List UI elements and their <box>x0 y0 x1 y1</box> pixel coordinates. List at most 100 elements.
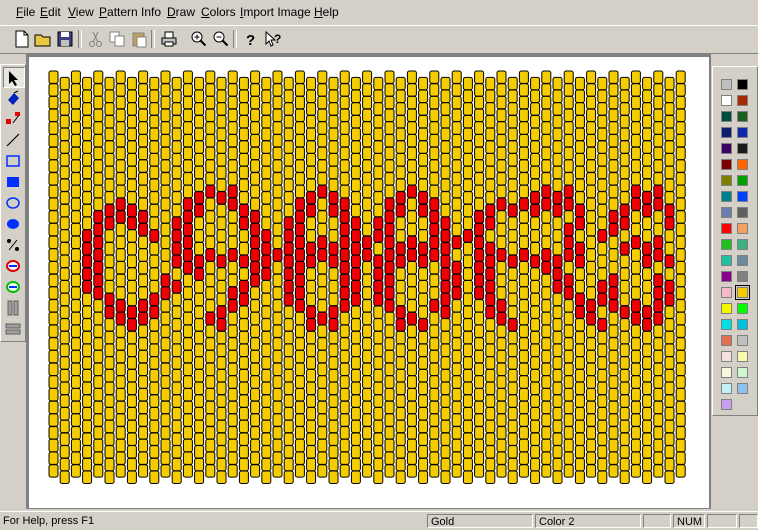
bead[interactable] <box>182 400 193 415</box>
bead[interactable] <box>194 280 205 294</box>
bead[interactable] <box>485 432 496 446</box>
bead[interactable] <box>93 108 104 122</box>
bead[interactable] <box>429 159 440 173</box>
bead[interactable] <box>563 464 574 478</box>
bead[interactable] <box>630 324 641 338</box>
bead[interactable] <box>70 413 81 427</box>
bead[interactable] <box>474 311 485 326</box>
bead[interactable] <box>306 407 317 421</box>
bead[interactable] <box>238 140 249 154</box>
bead[interactable] <box>104 445 115 459</box>
bead[interactable] <box>619 432 630 446</box>
bead[interactable] <box>451 222 462 237</box>
bead-red[interactable] <box>283 229 294 243</box>
bead[interactable] <box>306 153 317 167</box>
bead[interactable] <box>586 362 597 377</box>
bead[interactable] <box>350 356 361 370</box>
palette-swatch[interactable] <box>721 367 732 378</box>
bead[interactable] <box>675 413 686 427</box>
bead[interactable] <box>507 165 518 180</box>
bead-red[interactable] <box>574 203 585 218</box>
bead[interactable] <box>619 102 630 116</box>
bead[interactable] <box>261 318 272 332</box>
bead[interactable] <box>70 121 81 135</box>
bead-red[interactable] <box>227 184 238 199</box>
bead[interactable] <box>59 470 70 484</box>
bead[interactable] <box>418 381 429 396</box>
bead[interactable] <box>630 210 641 224</box>
bead[interactable] <box>104 356 115 370</box>
bead[interactable] <box>608 146 619 161</box>
bead[interactable] <box>160 121 171 135</box>
bead[interactable] <box>328 470 339 484</box>
bead[interactable] <box>261 381 272 396</box>
bead[interactable] <box>138 261 149 275</box>
bead[interactable] <box>653 83 664 97</box>
bead[interactable] <box>126 457 137 472</box>
bead[interactable] <box>317 413 328 427</box>
bead[interactable] <box>70 222 81 237</box>
bead[interactable] <box>675 375 686 389</box>
bead[interactable] <box>597 356 608 370</box>
bead[interactable] <box>630 108 641 122</box>
bead[interactable] <box>70 337 81 351</box>
bead[interactable] <box>283 356 294 370</box>
bead[interactable] <box>138 362 149 377</box>
bead[interactable] <box>474 375 485 389</box>
bead[interactable] <box>597 394 608 408</box>
bead[interactable] <box>205 413 216 427</box>
print-button[interactable] <box>159 29 179 49</box>
bead[interactable] <box>541 210 552 224</box>
bead[interactable] <box>653 172 664 186</box>
bead[interactable] <box>59 203 70 218</box>
bead[interactable] <box>182 146 193 161</box>
bead[interactable] <box>530 153 541 167</box>
bead[interactable] <box>485 419 496 434</box>
bead-red[interactable] <box>597 229 608 243</box>
bead[interactable] <box>250 70 261 84</box>
bead[interactable] <box>406 273 417 288</box>
bead[interactable] <box>530 394 541 408</box>
bead[interactable] <box>373 89 384 103</box>
bead[interactable] <box>406 388 417 402</box>
bead-red[interactable] <box>440 292 451 307</box>
bead[interactable] <box>317 426 328 440</box>
bead[interactable] <box>362 70 373 84</box>
bead[interactable] <box>507 394 518 408</box>
bead[interactable] <box>642 330 653 345</box>
bead[interactable] <box>552 445 563 459</box>
bead[interactable] <box>518 286 529 300</box>
bead[interactable] <box>238 318 249 332</box>
bead[interactable] <box>350 368 361 383</box>
bead[interactable] <box>597 457 608 472</box>
palette-swatch[interactable] <box>737 223 748 234</box>
bead[interactable] <box>664 127 675 142</box>
bead[interactable] <box>171 203 182 218</box>
bead-red[interactable] <box>485 216 496 230</box>
bead[interactable] <box>339 311 350 326</box>
bead[interactable] <box>126 368 137 383</box>
bead[interactable] <box>138 108 149 122</box>
bead[interactable] <box>149 191 160 205</box>
bead[interactable] <box>48 70 59 84</box>
bead[interactable] <box>160 248 171 262</box>
bead[interactable] <box>238 178 249 192</box>
bead[interactable] <box>429 172 440 186</box>
bead[interactable] <box>171 76 182 91</box>
bead[interactable] <box>675 324 686 338</box>
bead-red[interactable] <box>440 241 451 256</box>
bead[interactable] <box>82 368 93 383</box>
bead[interactable] <box>406 349 417 364</box>
bead[interactable] <box>261 343 272 357</box>
bead[interactable] <box>160 426 171 440</box>
bead[interactable] <box>653 362 664 377</box>
bead[interactable] <box>586 134 597 148</box>
bead[interactable] <box>552 216 563 230</box>
bead[interactable] <box>138 375 149 389</box>
bead[interactable] <box>294 311 305 326</box>
bead[interactable] <box>418 114 429 129</box>
bead-red[interactable] <box>238 292 249 307</box>
bead[interactable] <box>238 241 249 256</box>
bead-red[interactable] <box>530 191 541 205</box>
bead[interactable] <box>317 222 328 237</box>
